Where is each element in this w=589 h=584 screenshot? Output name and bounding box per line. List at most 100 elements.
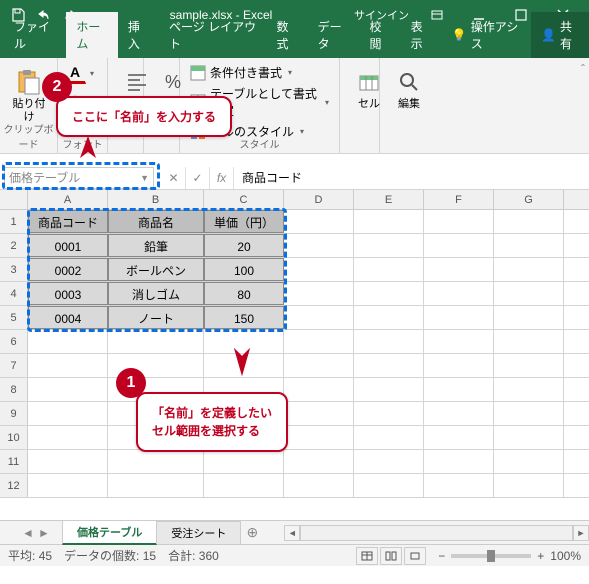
- tab-page-layout[interactable]: ページ レイアウト: [159, 12, 266, 58]
- view-normal-icon[interactable]: [356, 547, 378, 565]
- cell[interactable]: [284, 378, 354, 401]
- col-header[interactable]: A: [28, 190, 108, 209]
- enter-formula-icon[interactable]: ✓: [186, 167, 210, 189]
- tab-insert[interactable]: 挿入: [118, 12, 159, 58]
- tab-formulas[interactable]: 数式: [266, 12, 307, 58]
- cell[interactable]: 消しゴム: [108, 282, 204, 305]
- cell[interactable]: 0001: [28, 234, 108, 257]
- cell[interactable]: [284, 474, 354, 497]
- cell[interactable]: [354, 426, 424, 449]
- cell[interactable]: [284, 210, 354, 233]
- cell[interactable]: [494, 210, 564, 233]
- cell[interactable]: [424, 258, 494, 281]
- cell[interactable]: [284, 450, 354, 473]
- cell[interactable]: [28, 378, 108, 401]
- cell[interactable]: [494, 378, 564, 401]
- cell[interactable]: [108, 450, 204, 473]
- formula-input[interactable]: 商品コード: [234, 169, 589, 186]
- row-header[interactable]: 11: [0, 450, 28, 473]
- cell[interactable]: 150: [204, 306, 284, 329]
- cell[interactable]: [424, 474, 494, 497]
- col-header[interactable]: G: [494, 190, 564, 209]
- cell[interactable]: [204, 450, 284, 473]
- zoom-out-icon[interactable]: −: [438, 549, 445, 563]
- cancel-formula-icon[interactable]: ✕: [162, 167, 186, 189]
- tab-data[interactable]: データ: [308, 12, 360, 58]
- find-select-button[interactable]: 編集: [386, 62, 432, 115]
- cell[interactable]: [494, 258, 564, 281]
- row-header[interactable]: 8: [0, 378, 28, 401]
- cell[interactable]: [354, 450, 424, 473]
- row-header[interactable]: 10: [0, 426, 28, 449]
- cell[interactable]: [28, 402, 108, 425]
- cell[interactable]: [28, 450, 108, 473]
- cell[interactable]: 商品コード: [28, 210, 108, 233]
- fx-icon[interactable]: fx: [210, 167, 234, 189]
- cell[interactable]: [28, 426, 108, 449]
- col-header[interactable]: C: [204, 190, 284, 209]
- cell[interactable]: [494, 474, 564, 497]
- cell[interactable]: [284, 330, 354, 353]
- cell[interactable]: [354, 306, 424, 329]
- view-page-break-icon[interactable]: [404, 547, 426, 565]
- sheet-tab[interactable]: 価格テーブル: [62, 520, 157, 545]
- cell[interactable]: [424, 234, 494, 257]
- row-header[interactable]: 6: [0, 330, 28, 353]
- cell[interactable]: [424, 426, 494, 449]
- select-all-button[interactable]: [0, 190, 28, 209]
- view-page-layout-icon[interactable]: [380, 547, 402, 565]
- zoom-in-icon[interactable]: +: [537, 549, 544, 563]
- cell[interactable]: [204, 474, 284, 497]
- cell[interactable]: 単価（円）: [204, 210, 284, 233]
- cell[interactable]: [494, 354, 564, 377]
- cell[interactable]: [424, 378, 494, 401]
- cell[interactable]: [354, 474, 424, 497]
- zoom-control[interactable]: − + 100%: [438, 549, 581, 563]
- row-header[interactable]: 1: [0, 210, 28, 233]
- col-header[interactable]: D: [284, 190, 354, 209]
- row-header[interactable]: 5: [0, 306, 28, 329]
- cell[interactable]: [424, 402, 494, 425]
- cell[interactable]: [494, 330, 564, 353]
- cell[interactable]: [354, 210, 424, 233]
- row-header[interactable]: 3: [0, 258, 28, 281]
- cell[interactable]: 鉛筆: [108, 234, 204, 257]
- sheet-nav-prev-icon[interactable]: ◄: [20, 526, 36, 540]
- cell[interactable]: [424, 306, 494, 329]
- row-header[interactable]: 12: [0, 474, 28, 497]
- cell[interactable]: [354, 402, 424, 425]
- col-header[interactable]: B: [108, 190, 204, 209]
- cell[interactable]: [354, 330, 424, 353]
- cell[interactable]: ボールペン: [108, 258, 204, 281]
- row-header[interactable]: 7: [0, 354, 28, 377]
- cell[interactable]: 0003: [28, 282, 108, 305]
- cell[interactable]: [284, 282, 354, 305]
- cell[interactable]: [284, 354, 354, 377]
- tab-tell-me[interactable]: 💡操作アシス: [442, 12, 531, 58]
- cell[interactable]: 100: [204, 258, 284, 281]
- cell[interactable]: [108, 330, 204, 353]
- tab-home[interactable]: ホーム: [66, 12, 117, 58]
- cell[interactable]: [354, 354, 424, 377]
- cell[interactable]: 商品名: [108, 210, 204, 233]
- cell[interactable]: [284, 402, 354, 425]
- cell[interactable]: [494, 402, 564, 425]
- name-box[interactable]: 価格テーブル▼: [4, 167, 154, 189]
- add-sheet-icon[interactable]: ⊕: [240, 524, 264, 541]
- cell[interactable]: [494, 282, 564, 305]
- cell[interactable]: [284, 306, 354, 329]
- cell[interactable]: [424, 282, 494, 305]
- cell[interactable]: [424, 210, 494, 233]
- sheet-tab[interactable]: 受注シート: [156, 521, 241, 544]
- cell[interactable]: [28, 354, 108, 377]
- tab-file[interactable]: ファイル: [4, 12, 66, 58]
- share-button[interactable]: 👤共有: [531, 12, 589, 58]
- cell[interactable]: ノート: [108, 306, 204, 329]
- cell[interactable]: [494, 306, 564, 329]
- cell[interactable]: [494, 234, 564, 257]
- row-header[interactable]: 4: [0, 282, 28, 305]
- col-header[interactable]: F: [424, 190, 494, 209]
- cell[interactable]: 80: [204, 282, 284, 305]
- cell[interactable]: 0002: [28, 258, 108, 281]
- cell[interactable]: [354, 234, 424, 257]
